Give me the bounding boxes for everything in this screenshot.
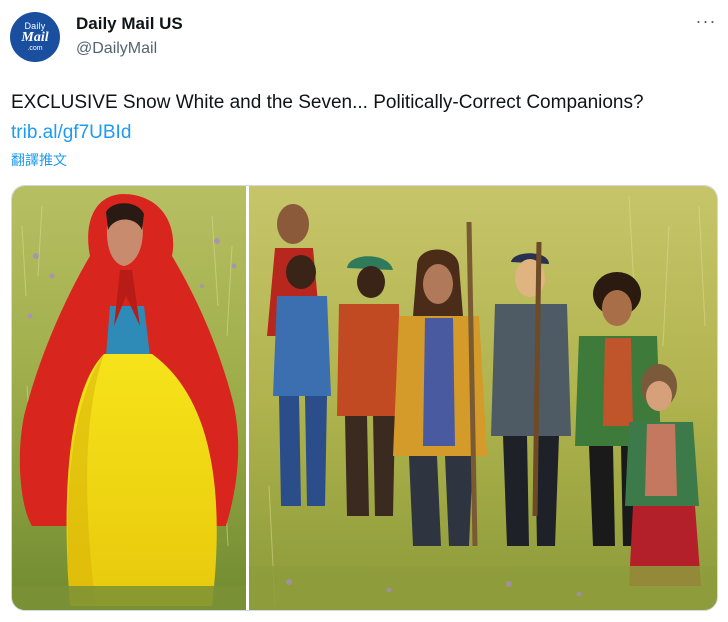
more-options-button[interactable]: ··· (692, 11, 720, 34)
display-name[interactable]: Daily Mail US (76, 14, 183, 34)
tweet-text: EXCLUSIVE Snow White and the Seven... Po… (11, 88, 711, 148)
photo-companions[interactable] (249, 186, 717, 610)
user-handle[interactable]: @DailyMail (76, 40, 157, 58)
avatar[interactable]: Daily Mail .com (10, 12, 60, 62)
photo-snow-white[interactable] (12, 186, 246, 610)
media-grid[interactable] (11, 185, 718, 611)
snow-white-photo-image (12, 186, 246, 610)
tweet-link[interactable]: trib.al/gf7UBId (11, 122, 131, 143)
tweet-body: EXCLUSIVE Snow White and the Seven... Po… (11, 92, 644, 113)
translate-tweet-link[interactable]: 翻譯推文 (11, 150, 67, 170)
more-horizontal-icon: ··· (695, 11, 717, 31)
daily-mail-logo: Daily Mail .com (21, 21, 49, 52)
tweet-card[interactable]: Daily Mail .com Daily Mail US @DailyMail… (0, 0, 728, 622)
companions-photo-image (249, 186, 717, 610)
